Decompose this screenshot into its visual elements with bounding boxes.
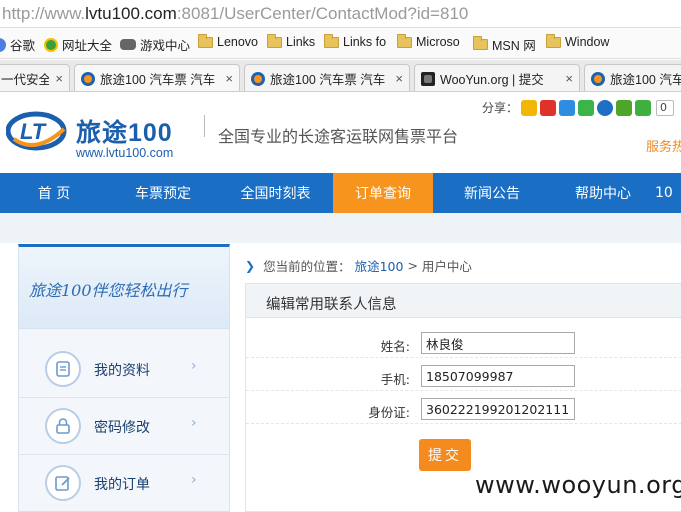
- gamepad-icon: [120, 39, 136, 50]
- bookmark-game-center[interactable]: 游戏中心: [120, 35, 190, 54]
- close-icon[interactable]: ×: [55, 71, 63, 86]
- share-count: 0: [656, 99, 675, 116]
- browser-tab[interactable]: 一代安全 ×: [0, 64, 70, 91]
- panel-header: 编辑常用联系人信息: [246, 284, 681, 318]
- sidebar-item-label: 我的订单: [94, 477, 150, 493]
- bookmark-links[interactable]: Links: [267, 33, 315, 49]
- lvtu-favicon-icon: [251, 71, 265, 86]
- bookmark-links-fo[interactable]: Links fo: [324, 33, 386, 49]
- nav-timetable[interactable]: 全国时刻表: [218, 173, 333, 213]
- bookmark-microso[interactable]: Microso: [397, 33, 460, 49]
- address-bar[interactable]: http://www.lvtu100.com:8081/UserCenter/C…: [0, 0, 681, 28]
- sidebar-item-change-password[interactable]: 密码修改 ›: [19, 398, 229, 455]
- brand-url: www.lvtu100.com: [76, 146, 174, 160]
- svg-text:LT: LT: [20, 119, 47, 144]
- sidebar-item-my-profile[interactable]: 我的资料 ›: [19, 341, 229, 398]
- lock-icon: [45, 408, 81, 444]
- form-row-name: 姓名:: [246, 328, 681, 358]
- folder-icon: [324, 33, 339, 48]
- site-header: LT 旅途100 www.lvtu100.com 全国专业的长途客运联网售票平台…: [0, 93, 681, 173]
- share-label: 分享：: [482, 101, 519, 115]
- submit-button[interactable]: 提交: [419, 439, 471, 471]
- nav-news[interactable]: 新闻公告: [433, 173, 551, 213]
- breadcrumb-separator: >: [407, 258, 418, 273]
- clover-share-icon[interactable]: [616, 99, 633, 116]
- chevron-right-icon: ›: [191, 415, 197, 431]
- form-row-phone: 手机:: [246, 361, 681, 391]
- name-input[interactable]: [421, 332, 575, 354]
- chevron-right-icon: ›: [191, 358, 197, 374]
- edit-order-icon: [45, 465, 81, 501]
- breadcrumb: ❯ 您当前的位置： 旅途100 > 用户中心: [245, 256, 472, 275]
- id-card-label: 身份证:: [368, 405, 410, 420]
- brand-name: 旅途100: [76, 119, 173, 147]
- service-hotline: 服务热: [646, 140, 681, 155]
- bookmark-window[interactable]: Window: [546, 33, 609, 49]
- tencent-weibo-share-icon[interactable]: [559, 99, 576, 116]
- url-text[interactable]: http://www.lvtu100.com:8081/UserCenter/C…: [2, 4, 468, 24]
- browser-tab-strip: 一代安全 × 旅途100 汽车票 汽车 × 旅途100 汽车票 汽车 × Woo…: [0, 60, 681, 92]
- sidebar-item-my-orders[interactable]: 我的订单 ›: [19, 455, 229, 512]
- name-label: 姓名:: [380, 339, 410, 354]
- sidebar-item-label: 密码修改: [94, 420, 150, 436]
- browser-tab[interactable]: 旅途100 汽车票 汽车: [584, 64, 681, 91]
- site-slogan: 全国专业的长途客运联网售票平台: [218, 127, 459, 146]
- panel-title: 编辑常用联系人信息: [266, 297, 397, 313]
- weibo-share-icon[interactable]: [540, 99, 557, 116]
- breadcrumb-arrow-icon: ❯: [245, 258, 256, 273]
- close-icon[interactable]: ×: [565, 71, 573, 86]
- phone-input[interactable]: [421, 365, 575, 387]
- breadcrumb-home-link[interactable]: 旅途100: [355, 256, 404, 275]
- close-icon[interactable]: ×: [225, 71, 233, 86]
- folder-icon: [198, 33, 213, 48]
- chevron-right-icon: ›: [191, 472, 197, 488]
- bookmark-google[interactable]: 谷歌: [0, 35, 35, 54]
- lvtu-favicon-icon: [81, 71, 95, 86]
- main-nav: 首 页 车票预定 全国时刻表 订单查询 新闻公告 帮助中心 10: [0, 173, 681, 213]
- phone-label: 手机:: [380, 372, 410, 387]
- lt-logo-icon: LT: [6, 111, 67, 151]
- renren-share-icon[interactable]: [597, 99, 614, 116]
- bookmark-web-directory[interactable]: 网址大全: [44, 35, 112, 54]
- folder-icon: [267, 33, 282, 48]
- close-icon[interactable]: ×: [395, 71, 403, 86]
- form-row-id-card: 身份证:: [246, 394, 681, 424]
- qzone-share-icon[interactable]: [521, 99, 538, 116]
- more-share-icon[interactable]: [635, 99, 652, 116]
- id-card-input[interactable]: [421, 398, 575, 420]
- nav-help-center[interactable]: 帮助中心: [551, 173, 655, 213]
- sidebar-item-label: 我的资料: [94, 363, 150, 379]
- profile-icon: [45, 351, 81, 387]
- breadcrumb-prefix: 您当前的位置：: [263, 259, 351, 274]
- browser-tab[interactable]: 旅途100 汽车票 汽车 ×: [244, 64, 410, 91]
- nav-ticket-booking[interactable]: 车票预定: [108, 173, 218, 213]
- breadcrumb-current: 用户中心: [421, 259, 472, 274]
- bookmarks-bar: 谷歌 网址大全 游戏中心 Lenovo Links Links fo Micro…: [0, 29, 681, 59]
- sidebar-banner-text: 旅途100伴您轻松出行: [29, 281, 188, 300]
- user-sidebar: 旅途100伴您轻松出行 我的资料 › 密码修改 › 我的订单 ›: [18, 244, 230, 512]
- nav-home[interactable]: 首 页: [0, 173, 108, 213]
- watermark-text: www.wooyun.org: [475, 471, 681, 499]
- bookmark-msn[interactable]: MSN 网: [473, 35, 536, 54]
- nav-order-query[interactable]: 订单查询: [333, 173, 433, 213]
- site-logo[interactable]: LT 旅途100 www.lvtu100.com: [6, 107, 196, 160]
- share-bar: 分享： 0: [482, 99, 675, 116]
- lvtu-favicon-icon: [591, 71, 605, 86]
- nav-more[interactable]: 10: [655, 173, 681, 213]
- browser-tab[interactable]: 旅途100 汽车票 汽车 ×: [74, 64, 240, 91]
- content-band: [0, 213, 681, 243]
- folder-icon: [546, 33, 561, 48]
- google-icon: [0, 37, 6, 52]
- divider: [204, 115, 212, 137]
- browser-tab[interactable]: WooYun.org | 提交 ×: [414, 64, 580, 91]
- bookmark-lenovo[interactable]: Lenovo: [198, 33, 258, 49]
- folder-icon: [473, 36, 488, 50]
- sidebar-banner: 旅途100伴您轻松出行: [19, 247, 229, 329]
- main-content: 旅途100伴您轻松出行 我的资料 › 密码修改 › 我的订单 › ❯ 您当前的位…: [0, 213, 681, 512]
- wooyun-favicon-icon: [421, 71, 435, 86]
- folder-icon: [397, 33, 412, 48]
- web-directory-icon: [44, 37, 58, 52]
- wechat-share-icon[interactable]: [578, 99, 595, 116]
